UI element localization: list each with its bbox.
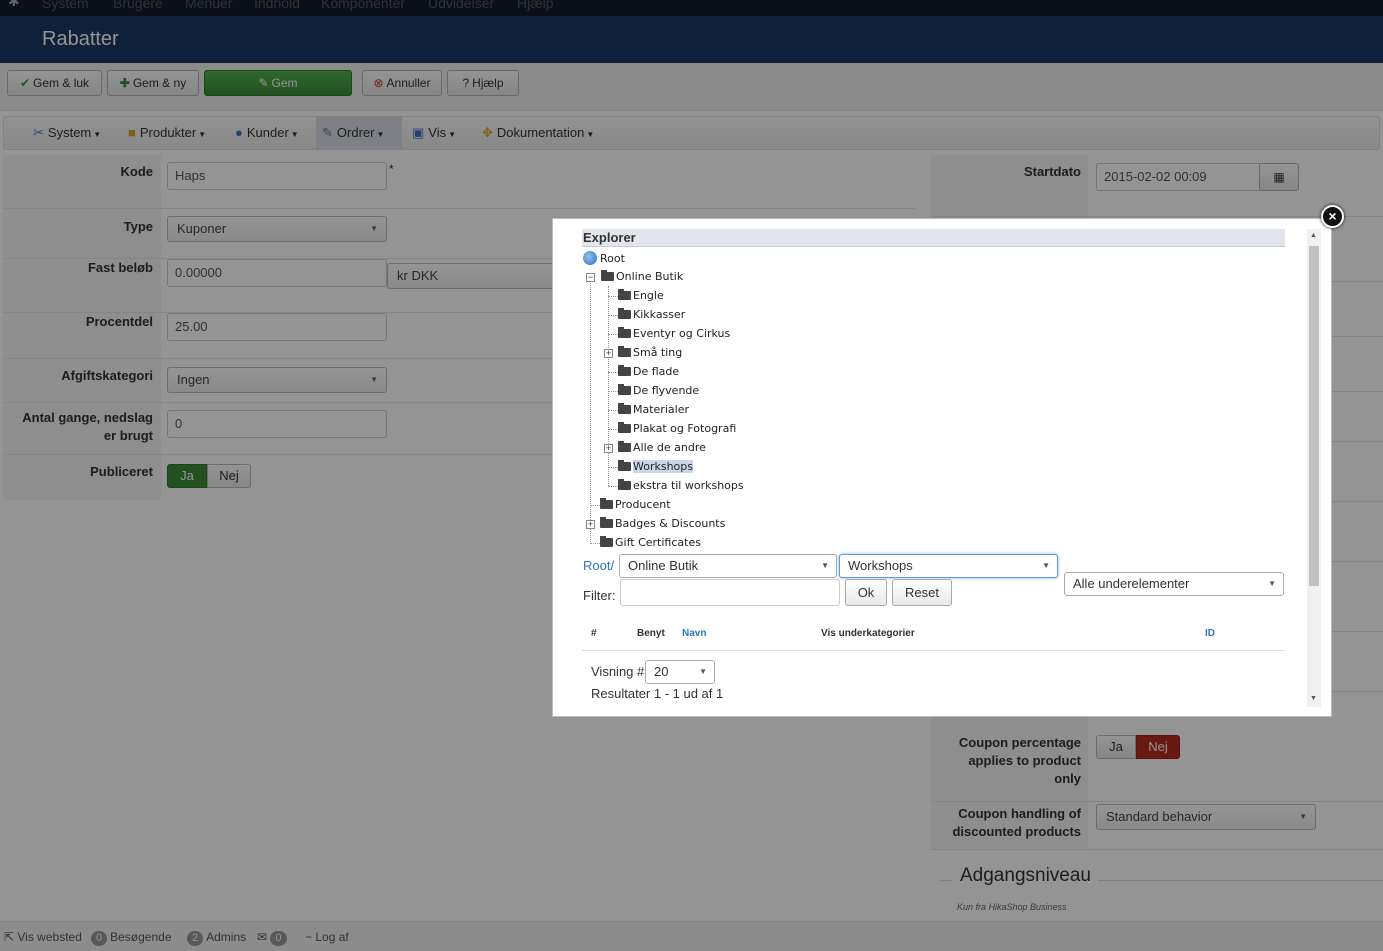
column-id[interactable]: ID xyxy=(1205,628,1215,639)
display-count-select[interactable]: 20 ▼ xyxy=(645,660,715,684)
scrollbar-thumb[interactable] xyxy=(1309,246,1319,586)
tree-child-label: De flade xyxy=(633,365,680,378)
column-name[interactable]: Navn xyxy=(682,628,706,639)
tree-node-de-flade[interactable]: De flade xyxy=(618,363,679,381)
display-label: Visning # xyxy=(591,664,645,679)
folder-icon xyxy=(600,498,613,509)
tree-badges-label: Badges & Discounts xyxy=(615,517,726,530)
category-level2-select[interactable]: Workshops ▼ xyxy=(839,554,1058,578)
tree-line xyxy=(608,296,618,297)
close-modal-button[interactable]: × xyxy=(1321,205,1344,228)
folder-icon xyxy=(600,517,613,528)
chevron-down-icon: ▼ xyxy=(821,561,829,570)
tree-line xyxy=(608,372,618,373)
ok-button[interactable]: Ok xyxy=(845,579,887,606)
tree-line xyxy=(590,276,591,542)
table-divider xyxy=(582,650,1285,651)
folder-icon xyxy=(618,384,631,395)
tree-line xyxy=(608,429,618,430)
subelements-select[interactable]: Alle underelementer ▼ xyxy=(1064,572,1284,596)
folder-icon xyxy=(618,460,631,471)
folder-icon xyxy=(618,441,631,452)
column-show-subcategories: Vis underkategorier xyxy=(821,628,915,639)
tree-node-alle-de-andre[interactable]: Alle de andre xyxy=(618,439,706,457)
scroll-down-icon[interactable]: ▼ xyxy=(1310,695,1317,702)
tree-collapse-toggle[interactable]: − xyxy=(586,273,595,282)
tree-child-label: Små ting xyxy=(633,346,683,359)
select2-value: Workshops xyxy=(848,558,913,573)
folder-icon xyxy=(618,422,631,433)
select1-value: Online Butik xyxy=(628,558,699,573)
tree-online-butik-label: Online Butik xyxy=(616,270,684,283)
tree-node-de-flyvende[interactable]: De flyvende xyxy=(618,382,699,400)
tree-child-label: Kikkasser xyxy=(633,308,686,321)
close-icon: × xyxy=(1328,208,1337,224)
tree-line xyxy=(590,543,600,544)
tree-child-label: Materialer xyxy=(633,403,689,416)
tree-line xyxy=(608,486,618,487)
tree-node-producent[interactable]: Producent xyxy=(600,496,671,514)
folder-icon xyxy=(618,289,631,300)
tree-line xyxy=(608,315,618,316)
modal-scrollbar[interactable]: ▲ ▼ xyxy=(1307,229,1321,707)
tree-gift-label: Gift Certificates xyxy=(615,536,701,549)
column-number: # xyxy=(591,628,597,639)
chevron-down-icon: ▼ xyxy=(699,667,707,676)
breadcrumb-root-link[interactable]: Root/ xyxy=(583,558,614,573)
tree-node-ekstra[interactable]: ekstra til workshops xyxy=(618,477,744,495)
globe-icon xyxy=(583,251,597,265)
scroll-up-icon[interactable]: ▲ xyxy=(1310,232,1317,239)
tree-node-eventyr[interactable]: Eventyr og Cirkus xyxy=(618,325,730,343)
tree-root-label: Root xyxy=(600,252,625,265)
tree-child-label: Plakat og Fotografi xyxy=(633,422,737,435)
open-folder-icon xyxy=(601,270,614,281)
tree-node-workshops[interactable]: Workshops xyxy=(618,458,694,476)
tree-child-label: ekstra til workshops xyxy=(633,479,744,492)
tree-child-label: Alle de andre xyxy=(633,441,706,454)
column-use: Benyt xyxy=(637,628,665,639)
tree-producent-label: Producent xyxy=(615,498,671,511)
folder-icon xyxy=(618,403,631,414)
folder-icon xyxy=(600,536,613,547)
folder-icon xyxy=(618,365,631,376)
tree-expand-toggle[interactable]: + xyxy=(604,349,613,358)
tree-child-label: De flyvende xyxy=(633,384,700,397)
tree-line xyxy=(608,410,618,411)
tree-node-smaa-ting[interactable]: Små ting xyxy=(618,344,682,362)
category-explorer-modal: Explorer Root − Online Butik Engle Kikka… xyxy=(552,218,1332,717)
tree-expand-toggle[interactable]: + xyxy=(586,520,595,529)
folder-icon xyxy=(618,327,631,338)
tree-node-kikkasser[interactable]: Kikkasser xyxy=(618,306,685,324)
explorer-header: Explorer xyxy=(582,229,1285,247)
filter-input[interactable] xyxy=(620,579,840,606)
chevron-down-icon: ▼ xyxy=(1268,579,1276,588)
tree-line xyxy=(608,391,618,392)
tree-child-label: Workshops xyxy=(633,460,694,473)
tree-node-badges[interactable]: Badges & Discounts xyxy=(600,515,725,533)
tree-node-gift[interactable]: Gift Certificates xyxy=(600,534,701,552)
tree-line xyxy=(608,286,609,486)
category-level1-select[interactable]: Online Butik ▼ xyxy=(619,554,837,578)
tree-line xyxy=(608,334,618,335)
tree-child-label: Engle xyxy=(633,289,664,302)
display-count-value: 20 xyxy=(654,664,669,679)
tree-line xyxy=(608,467,618,468)
folder-icon xyxy=(618,308,631,319)
folder-icon xyxy=(618,479,631,490)
results-text: Resultater 1 - 1 ud af 1 xyxy=(591,686,724,701)
reset-button[interactable]: Reset xyxy=(892,579,952,606)
tree-line xyxy=(590,505,600,506)
chevron-down-icon: ▼ xyxy=(1042,561,1050,570)
tree-child-label: Eventyr og Cirkus xyxy=(633,327,731,340)
folder-icon xyxy=(618,346,631,357)
filter-label: Filter: xyxy=(583,588,616,603)
tree-node-engle[interactable]: Engle xyxy=(618,287,664,305)
tree-node-plakat[interactable]: Plakat og Fotografi xyxy=(618,420,736,438)
tree-node-root[interactable]: Root xyxy=(583,250,625,268)
tree-node-materialer[interactable]: Materialer xyxy=(618,401,689,419)
tree-expand-toggle[interactable]: + xyxy=(604,444,613,453)
select3-value: Alle underelementer xyxy=(1073,576,1190,591)
tree-node-online-butik[interactable]: Online Butik xyxy=(601,268,683,286)
